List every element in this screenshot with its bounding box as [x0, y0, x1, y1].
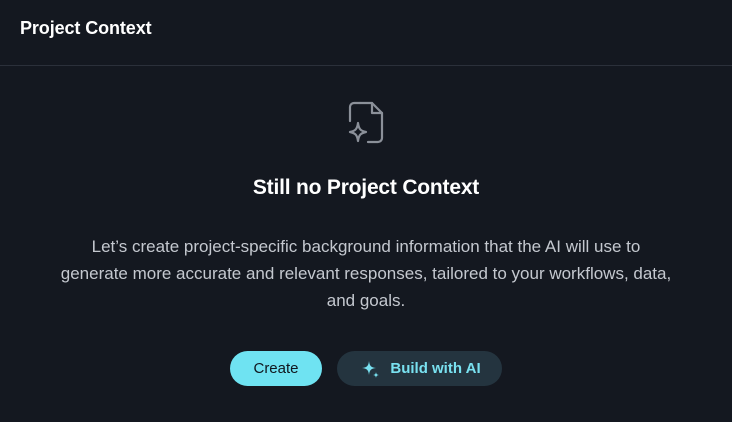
build-with-ai-button[interactable]: Build with AI [337, 351, 502, 386]
empty-state: Still no Project Context Let’s create pr… [0, 66, 732, 386]
sparkle-icon [360, 359, 380, 379]
project-context-panel: Project Context Still no Project Context… [0, 0, 732, 422]
file-sparkle-icon [346, 98, 386, 148]
panel-header: Project Context [0, 0, 732, 66]
panel-title: Project Context [20, 18, 152, 38]
empty-state-title: Still no Project Context [252, 176, 480, 199]
empty-state-actions: Create Build with AI [230, 351, 502, 386]
build-with-ai-label: Build with AI [390, 360, 481, 377]
create-button[interactable]: Create [230, 351, 322, 386]
empty-state-description: Let’s create project-specific background… [60, 237, 672, 310]
